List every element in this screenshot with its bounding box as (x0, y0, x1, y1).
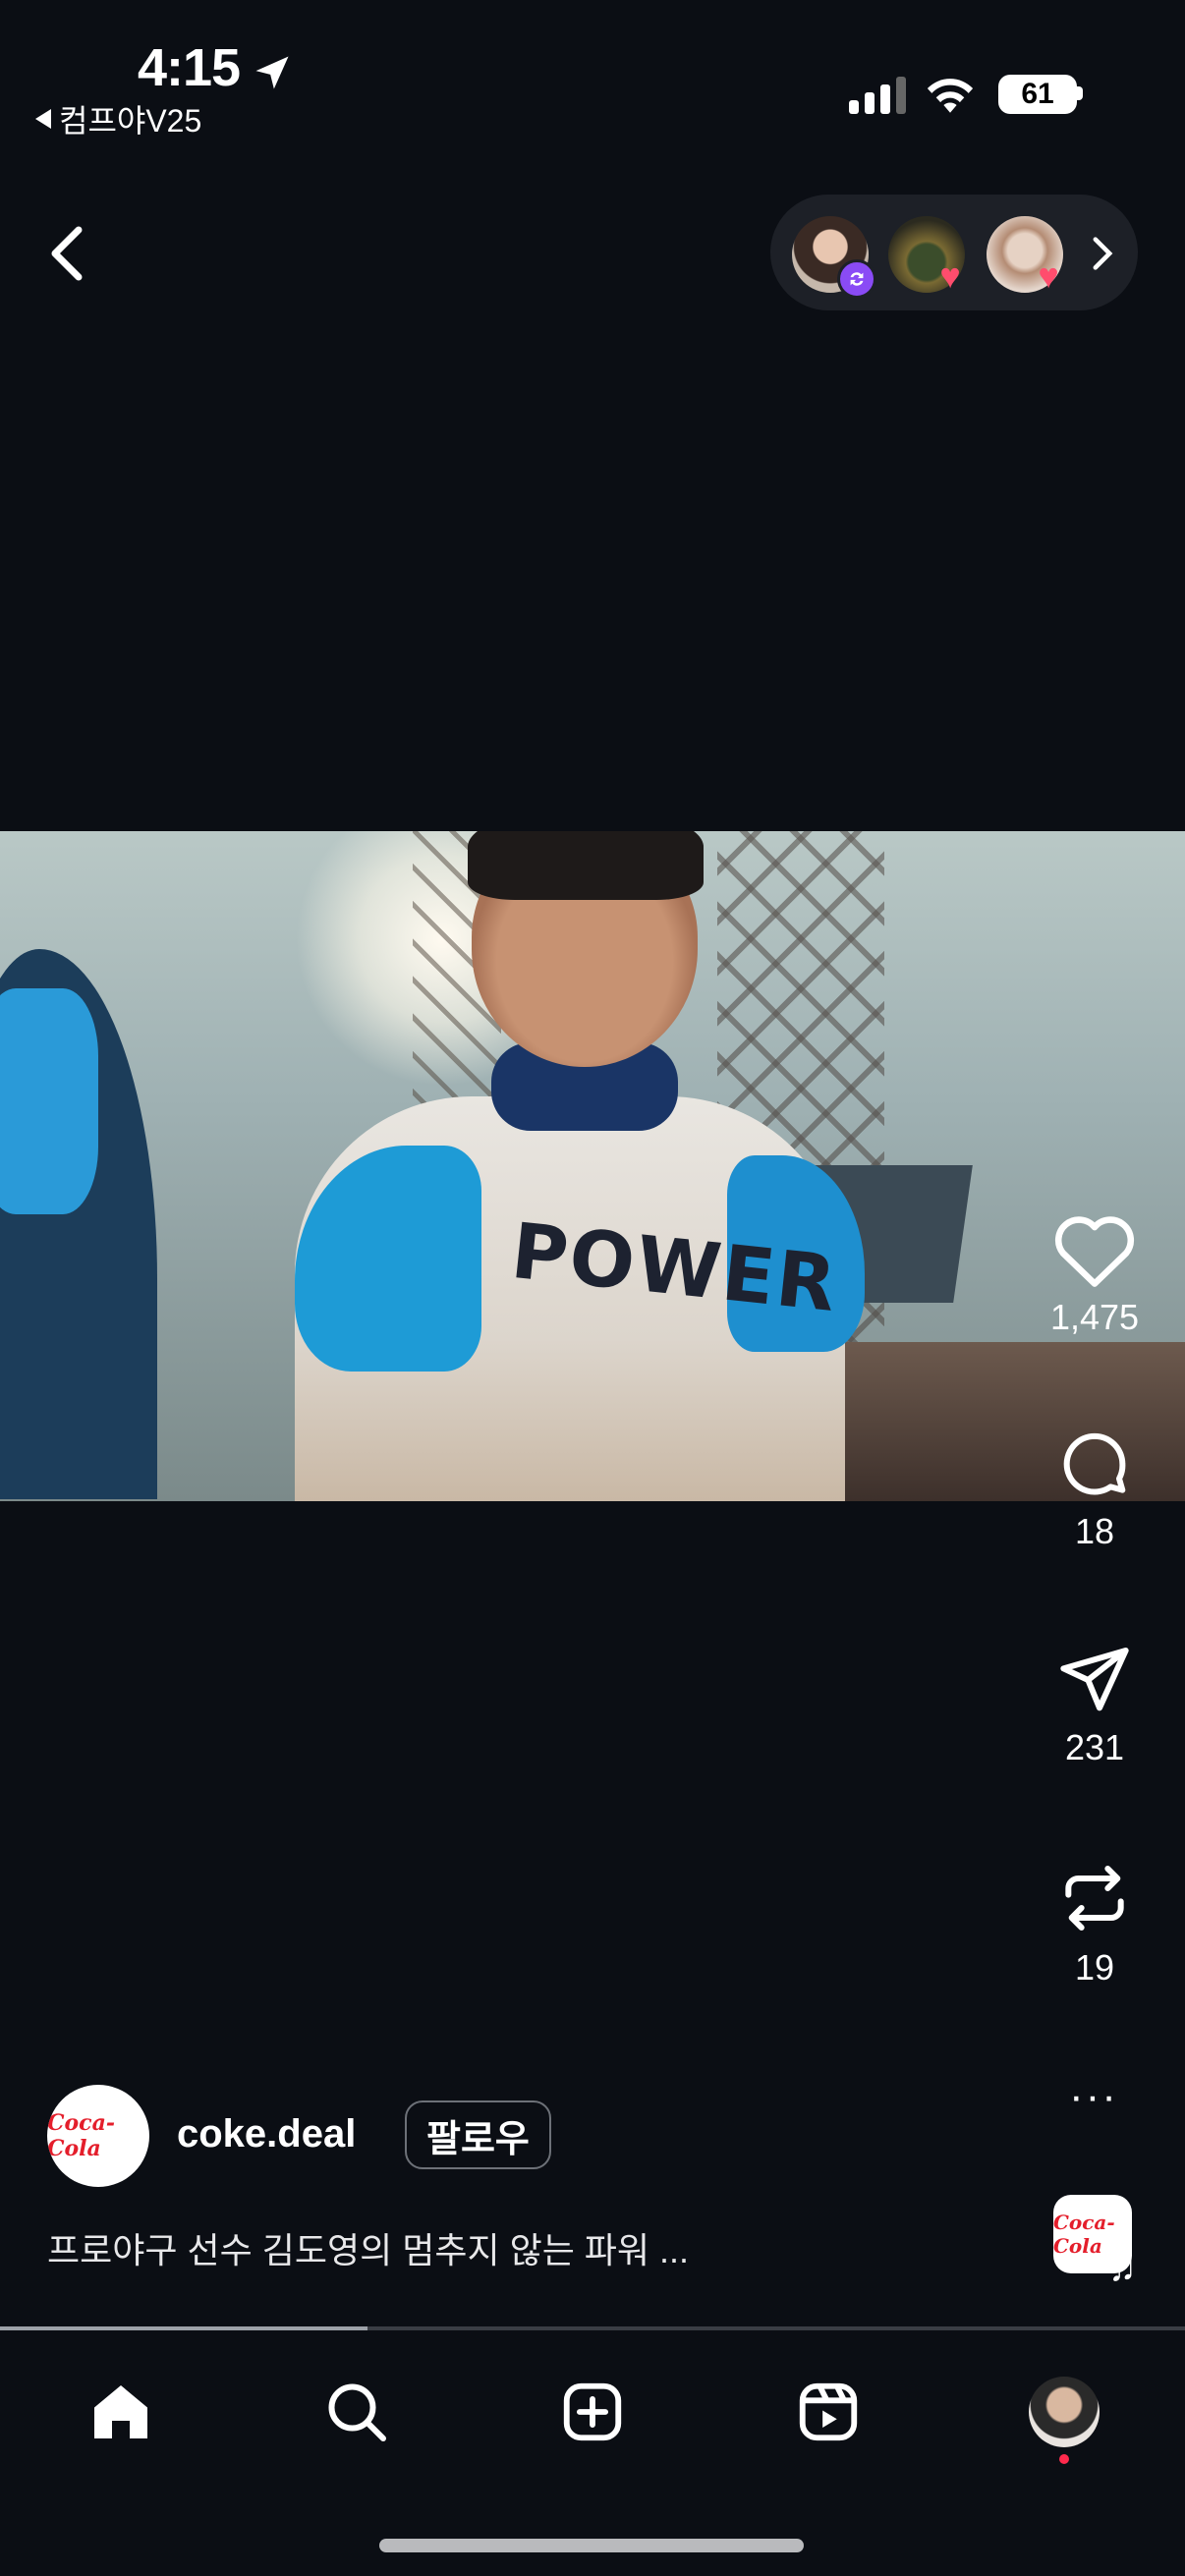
like-button[interactable]: 1,475 (1026, 1210, 1163, 1338)
notification-dot (1059, 2454, 1069, 2464)
reels-icon (799, 2382, 858, 2441)
coca-cola-logo: Coca-Cola (47, 2110, 115, 2161)
send-icon (1060, 1648, 1129, 1711)
like-count: 1,475 (1049, 1297, 1140, 1337)
video-player[interactable]: POWER (0, 831, 1185, 1501)
heart-icon: ♥ (1038, 255, 1059, 296)
comment-icon (1063, 1432, 1126, 1495)
nav-home[interactable] (77, 2368, 165, 2456)
repost-icon (1065, 1866, 1124, 1931)
nav-search[interactable] (312, 2368, 401, 2456)
search-icon (328, 2383, 386, 2441)
battery-tip (1077, 86, 1083, 100)
player-sleeve (0, 988, 98, 1214)
comment-count: 18 (1074, 1511, 1115, 1551)
video-progress-fill (0, 2326, 367, 2330)
more-options-button[interactable]: ··· (1069, 2075, 1118, 2118)
share-count: 231 (1064, 1727, 1125, 1767)
nav-create[interactable] (548, 2368, 637, 2456)
player-hair (468, 831, 704, 900)
nav-profile[interactable] (1020, 2368, 1108, 2456)
back-triangle-icon (35, 109, 51, 129)
chevron-right-icon[interactable] (1089, 236, 1116, 271)
heart-icon: ♥ (939, 255, 961, 296)
back-to-app-link[interactable]: 컴프야V25 (35, 96, 201, 141)
back-app-label: 컴프야V25 (59, 103, 202, 139)
share-button[interactable]: 231 (1026, 1641, 1163, 1768)
author-avatar[interactable]: Coca-Cola (47, 2085, 149, 2187)
author-username[interactable]: coke.deal (177, 2112, 356, 2156)
follow-button[interactable]: 팔로우 (405, 2100, 551, 2169)
heart-icon (1054, 1216, 1135, 1287)
home-indicator[interactable] (379, 2539, 804, 2552)
nav-reels[interactable] (784, 2368, 873, 2456)
repost-icon (837, 259, 876, 299)
back-button[interactable] (47, 224, 86, 283)
profile-avatar (1029, 2377, 1100, 2447)
repost-button[interactable]: 19 (1026, 1857, 1163, 1988)
home-icon (94, 2385, 147, 2438)
create-icon (563, 2382, 622, 2441)
post-caption[interactable]: 프로야구 선수 김도영의 멈추지 않는 파워 ... (47, 2222, 1030, 2273)
location-arrow-icon (255, 56, 289, 89)
repost-count: 19 (1074, 1947, 1115, 1988)
status-time: 4:15 (138, 38, 241, 97)
wifi-icon (927, 79, 974, 113)
comment-button[interactable]: 18 (1026, 1425, 1163, 1552)
battery-indicator: 61 (998, 75, 1077, 114)
cellular-signal-icon (849, 77, 906, 114)
music-note-icon: ♫ (1108, 2248, 1137, 2289)
